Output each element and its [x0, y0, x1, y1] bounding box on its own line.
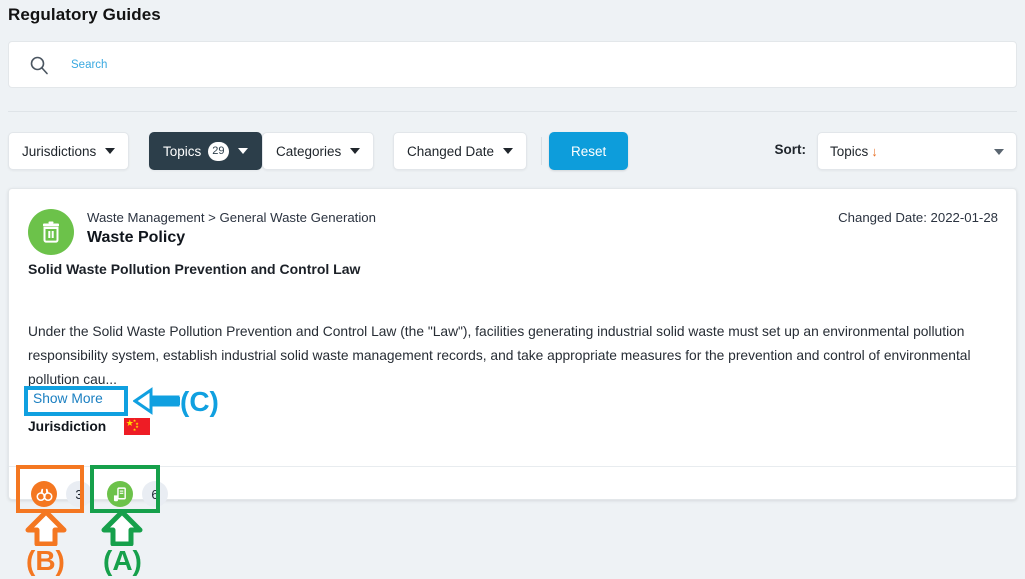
- toolbar-separator: [541, 137, 542, 165]
- trash-bin-icon: [28, 209, 74, 255]
- badge-monitoring-count: 3: [66, 481, 92, 507]
- filter-toolbar: Jurisdictions Topics 29 Categories Chang…: [8, 128, 1017, 176]
- reset-button[interactable]: Reset: [549, 132, 629, 170]
- result-title[interactable]: Waste Policy: [87, 229, 185, 247]
- binoculars-icon: [31, 481, 57, 507]
- show-more-link[interactable]: Show More: [33, 391, 103, 406]
- filter-jurisdictions-label: Jurisdictions: [22, 143, 97, 159]
- chevron-down-icon: [503, 148, 514, 154]
- result-summary: Under the Solid Waste Pollution Preventi…: [28, 324, 971, 387]
- legal-document-icon: [107, 481, 133, 507]
- filter-changed-date[interactable]: Changed Date: [393, 132, 528, 170]
- chevron-down-icon: [994, 149, 1004, 155]
- annotation-label-b: (B): [26, 545, 65, 576]
- page-root: Regulatory Guides Jurisdictions Topics 2…: [0, 0, 1025, 579]
- card-footer-divider: [9, 466, 1016, 467]
- page-title: Regulatory Guides: [8, 5, 161, 24]
- filter-categories[interactable]: Categories: [262, 132, 375, 170]
- filter-jurisdictions[interactable]: Jurisdictions: [8, 132, 130, 170]
- sort-select[interactable]: Topics ↓: [817, 132, 1017, 170]
- china-flag-icon: ★ ★ ★ ★ ★: [124, 418, 151, 435]
- sort-direction-icon: ↓: [871, 143, 878, 159]
- jurisdiction-row: Jurisdiction ★ ★ ★ ★ ★: [28, 418, 151, 435]
- search-icon: [29, 55, 49, 75]
- sort-label: Sort:: [774, 142, 807, 157]
- chevron-down-icon: [350, 148, 361, 154]
- filter-categories-label: Categories: [276, 143, 342, 159]
- chevron-down-icon: [237, 148, 248, 154]
- annotation-label-a: (A): [103, 545, 142, 576]
- chevron-down-icon: [105, 148, 116, 154]
- filter-topics[interactable]: Topics 29: [149, 132, 262, 170]
- toolbar-divider: [8, 111, 1017, 112]
- sort-value: Topics: [830, 143, 869, 159]
- filter-topics-label: Topics: [163, 143, 202, 159]
- breadcrumb[interactable]: Waste Management > General Waste Generat…: [87, 210, 376, 225]
- search-bar[interactable]: [8, 41, 1017, 88]
- badge-documents-count: 6: [142, 481, 168, 507]
- annotation-arrow-a: [100, 509, 144, 551]
- badge-documents[interactable]: 6: [107, 477, 168, 511]
- badge-monitoring[interactable]: 3: [31, 477, 92, 511]
- result-card[interactable]: Waste Management > General Waste Generat…: [8, 188, 1017, 507]
- jurisdiction-label: Jurisdiction: [28, 419, 107, 434]
- law-name: Solid Waste Pollution Prevention and Con…: [28, 261, 361, 277]
- search-input[interactable]: [71, 58, 931, 71]
- annotation-arrow-b: [24, 509, 68, 551]
- changed-date: Changed Date: 2022-01-28: [838, 210, 998, 225]
- filter-changed-date-label: Changed Date: [407, 143, 495, 159]
- filter-topics-count: 29: [208, 141, 229, 161]
